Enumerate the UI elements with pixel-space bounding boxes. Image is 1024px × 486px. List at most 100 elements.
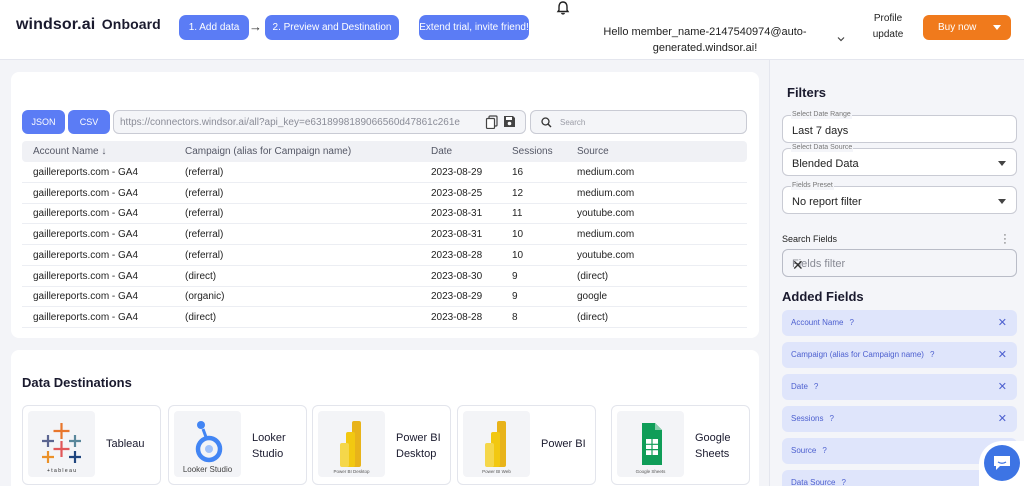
added-field-label: Date? (791, 382, 818, 391)
data-preview-card: JSON CSV https://connectors.windsor.ai/a… (11, 72, 759, 338)
col-source[interactable]: Source (577, 146, 609, 157)
csv-button[interactable]: CSV (68, 110, 110, 134)
added-field-chip[interactable]: Account Name? ✕ (782, 310, 1017, 336)
buy-now-button[interactable]: Buy now (923, 15, 1011, 40)
cell-campaign: (referral) (185, 167, 224, 178)
cell-account-name: gaillereports.com - GA4 (33, 187, 139, 199)
cell-source: medium.com (577, 167, 635, 178)
looker-label-line-2: Studio (252, 448, 284, 460)
google-sheets-label: Google Sheets (695, 430, 749, 462)
fields-filter-input[interactable]: Fields filter ✕ (782, 249, 1017, 277)
cell-source: (direct) (577, 311, 609, 323)
fields-preset-select[interactable]: Fields Preset No report filter (782, 182, 1017, 214)
remove-field-icon[interactable]: ✕ (998, 316, 1007, 329)
clear-icon[interactable]: ✕ (792, 257, 1006, 274)
remove-field-icon[interactable]: ✕ (998, 412, 1007, 425)
destination-power-bi-desktop[interactable]: Power BI Desktop Power BI Desktop (312, 405, 451, 485)
table-search-input[interactable]: Search (530, 110, 747, 134)
caret-down-icon[interactable] (998, 199, 1006, 204)
api-url-field[interactable]: https://connectors.windsor.ai/all?api_ke… (113, 110, 526, 134)
added-field-chip[interactable]: Date? ✕ (782, 374, 1017, 400)
cell-account-name: gaillereports.com - GA4 (33, 167, 139, 178)
google-sheets-logo-tile: Google Sheets (617, 411, 684, 477)
cell-sessions: 9 (512, 270, 518, 282)
added-field-chip[interactable]: Sessions? ✕ (782, 406, 1017, 432)
date-range-select[interactable]: Select Date Range Last 7 days (782, 111, 1017, 143)
profile-update-link[interactable]: Profile update (866, 11, 910, 43)
table-row: gaillereports.com - GA4 (referral) 2023-08… (22, 204, 747, 225)
col-sessions[interactable]: Sessions (512, 146, 553, 157)
table-header: Account Name ↓ Campaign (alias for Campa… (22, 141, 747, 162)
caret-down-icon[interactable] (993, 25, 1001, 30)
chevron-down-icon[interactable] (836, 34, 846, 44)
cell-sessions: 16 (512, 167, 524, 178)
google-sheets-label-line-1: Google (695, 432, 731, 444)
added-field-label: Account Name? (791, 318, 854, 327)
help-icon[interactable]: ? (829, 414, 833, 423)
cell-date: 2023-08-28 (431, 249, 483, 261)
looker-label-line-1: Looker (252, 432, 286, 444)
save-icon[interactable] (503, 115, 516, 128)
chat-widget[interactable] (979, 441, 1024, 486)
profile-update-line-2: update (872, 29, 904, 40)
cell-date: 2023-08-31 (431, 229, 483, 241)
destination-power-bi[interactable]: Power BI Web Power BI (457, 405, 596, 485)
chat-icon (994, 456, 1010, 470)
cell-date: 2023-08-31 (431, 208, 483, 220)
data-destinations-card: Data Destinations + t a b l e a u Tablea… (11, 350, 759, 486)
bell-icon[interactable] (555, 0, 571, 16)
cell-campaign: (direct) (185, 311, 217, 323)
cell-account-name: gaillereports.com - GA4 (33, 208, 139, 220)
help-icon[interactable]: ? (814, 382, 818, 391)
col-account-name[interactable]: Account Name ↓ (33, 146, 106, 157)
copy-icon[interactable] (485, 115, 499, 129)
cell-campaign: (referral) (185, 208, 224, 220)
caret-down-icon[interactable] (998, 161, 1006, 166)
data-source-label: Select Data Source (791, 144, 854, 152)
added-field-label: Data Source? (791, 478, 846, 486)
step-add-data-button[interactable]: 1. Add data (179, 15, 249, 40)
remove-field-icon[interactable]: ✕ (998, 348, 1007, 361)
destination-tableau[interactable]: + t a b l e a u Tableau (22, 405, 161, 485)
step-arrow: → (249, 19, 262, 34)
google-sheets-icon (642, 423, 662, 465)
destination-looker-studio[interactable]: Looker Studio Looker Studio (168, 405, 307, 485)
buy-now-label: Buy now (938, 22, 977, 33)
remove-field-icon[interactable]: ✕ (998, 380, 1007, 393)
cell-campaign: (referral) (185, 229, 224, 241)
help-icon[interactable]: ? (822, 446, 826, 455)
top-header: windsor.ai Onboard 1. Add data → 2. Prev… (0, 0, 1024, 60)
help-icon[interactable]: ? (930, 350, 934, 359)
col-campaign[interactable]: Campaign (alias for Campaign name) (185, 146, 351, 157)
extend-trial-button[interactable]: Extend trial, invite friend! (419, 15, 529, 40)
logo[interactable]: windsor.ai Onboard (16, 16, 161, 34)
fields-preset-label: Fields Preset (791, 182, 834, 190)
json-button[interactable]: JSON (22, 110, 65, 134)
google-sheets-caption: Google Sheets (635, 469, 666, 474)
search-icon (541, 116, 552, 127)
cell-source: youtube.com (577, 249, 635, 261)
destination-google-sheets[interactable]: Google Sheets Google Sheets (611, 405, 750, 485)
cell-campaign: (referral) (185, 187, 224, 199)
cell-account-name: gaillereports.com - GA4 (33, 270, 139, 282)
logo-onboard: Onboard (101, 16, 161, 32)
help-icon[interactable]: ? (849, 318, 853, 327)
added-field-chip[interactable]: Campaign (alias for Campaign name)? ✕ (782, 342, 1017, 368)
added-field-name: Sessions (791, 414, 824, 423)
added-field-name: Account Name (791, 318, 844, 327)
power-bi-web-caption: Power BI Web (482, 469, 511, 474)
power-bi-web-icon (485, 421, 506, 467)
cell-source: google (577, 291, 608, 303)
kebab-menu-icon[interactable]: · · · (1003, 230, 1007, 249)
col-date[interactable]: Date (431, 146, 452, 157)
tableau-logo-tile: + t a b l e a u (28, 411, 95, 477)
filters-sidebar: Filters Select Date Range Last 7 days Se… (769, 60, 1024, 486)
step-preview-destination-button[interactable]: 2. Preview and Destination (265, 15, 399, 40)
profile-update-line-1: Profile (873, 13, 903, 24)
chat-button[interactable] (984, 445, 1020, 481)
power-bi-label: Power BI (541, 438, 586, 450)
google-sheets-label-line-2: Sheets (695, 448, 730, 460)
table-row: gaillereports.com - GA4 (organic) 2023-08-… (22, 287, 747, 308)
data-source-select[interactable]: Select Data Source Blended Data (782, 144, 1017, 176)
help-icon[interactable]: ? (841, 478, 845, 486)
